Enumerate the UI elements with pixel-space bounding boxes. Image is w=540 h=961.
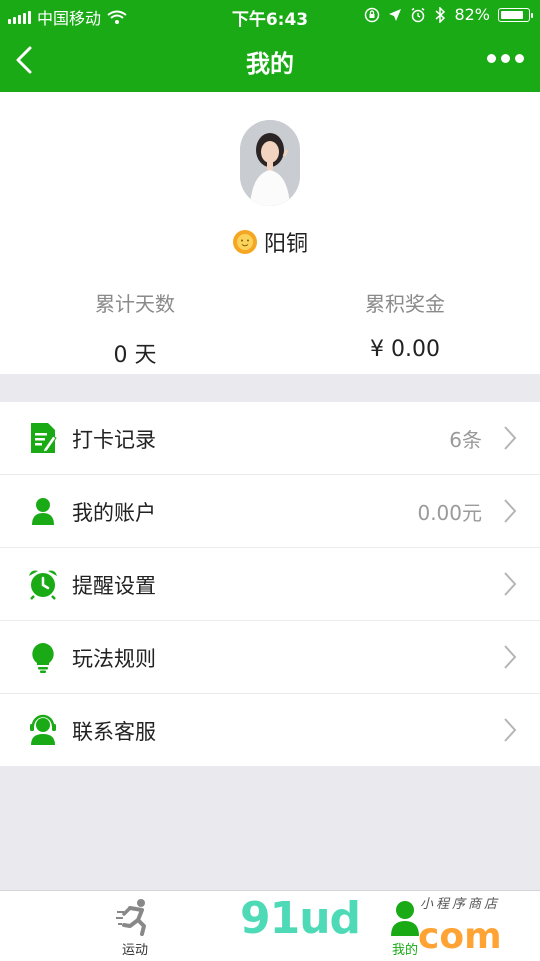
menu-value: 0.00元	[417, 501, 482, 525]
chevron-right-icon	[504, 572, 517, 596]
lightbulb-icon	[32, 643, 54, 673]
chevron-right-icon	[504, 499, 517, 523]
checkin-record-icon	[31, 423, 57, 453]
sun-emoji-icon	[232, 230, 257, 254]
menu-label: 联系客服	[72, 720, 156, 744]
alarm-clock-icon	[29, 570, 57, 600]
nickname: 阳铜	[263, 232, 308, 257]
watermark-tagline: 小程序商店	[420, 897, 501, 912]
battery-icon	[498, 7, 533, 22]
status-bar: 中国移动 下午6:43 82%	[0, 0, 540, 30]
location-icon	[389, 8, 402, 21]
running-icon	[116, 899, 146, 936]
profile-card: 阳铜 累计天数 0 天 累积奖金 ¥ 0.00	[0, 92, 540, 374]
menu-item-checkin-record[interactable]: 打卡记录 6条	[0, 402, 540, 475]
chevron-right-icon	[504, 426, 517, 450]
chevron-right-icon	[504, 645, 517, 669]
user-icon	[391, 901, 419, 936]
tab-label: 运动	[121, 943, 148, 958]
menu-label: 玩法规则	[72, 647, 156, 671]
more-options-icon[interactable]	[487, 54, 524, 63]
menu-item-customer-service[interactable]: 联系客服	[0, 694, 540, 766]
stat-total-bonus: 累积奖金 ¥ 0.00	[270, 288, 540, 362]
customer-service-icon	[30, 714, 56, 745]
menu-label: 打卡记录	[72, 428, 156, 452]
bluetooth-icon	[435, 6, 446, 23]
stat-label: 累计天数	[95, 292, 175, 316]
page-title: 我的	[246, 50, 294, 78]
battery-percent: 82%	[454, 5, 490, 24]
menu-item-reminder-settings[interactable]: 提醒设置	[0, 548, 540, 621]
menu-value: 6条	[449, 428, 482, 452]
avatar[interactable]	[240, 120, 300, 206]
account-icon	[32, 498, 54, 525]
watermark-logo: 91ud	[240, 893, 361, 944]
chevron-right-icon	[504, 718, 517, 742]
menu-list: 打卡记录 6条 我的账户 0.00元 提醒设置 玩法规则 联系客服	[0, 402, 540, 766]
menu-label: 提醒设置	[72, 574, 156, 598]
top-bar: 中国移动 下午6:43 82% 我的	[0, 0, 540, 92]
watermark-domain: com	[418, 916, 502, 957]
stat-total-days: 累计天数 0 天	[0, 288, 270, 369]
menu-item-my-account[interactable]: 我的账户 0.00元	[0, 475, 540, 548]
stat-value: 0 天	[113, 343, 157, 368]
menu-label: 我的账户	[72, 501, 156, 525]
stat-value: ¥ 0.00	[370, 337, 440, 362]
tab-exercise[interactable]: 运动	[85, 897, 185, 958]
menu-item-game-rules[interactable]: 玩法规则	[0, 621, 540, 694]
stat-label: 累积奖金	[365, 292, 445, 316]
nickname-row: 阳铜	[0, 226, 540, 258]
alarm-icon	[411, 7, 425, 22]
nav-bar: 我的	[0, 30, 540, 92]
rotation-lock-icon	[365, 7, 380, 22]
